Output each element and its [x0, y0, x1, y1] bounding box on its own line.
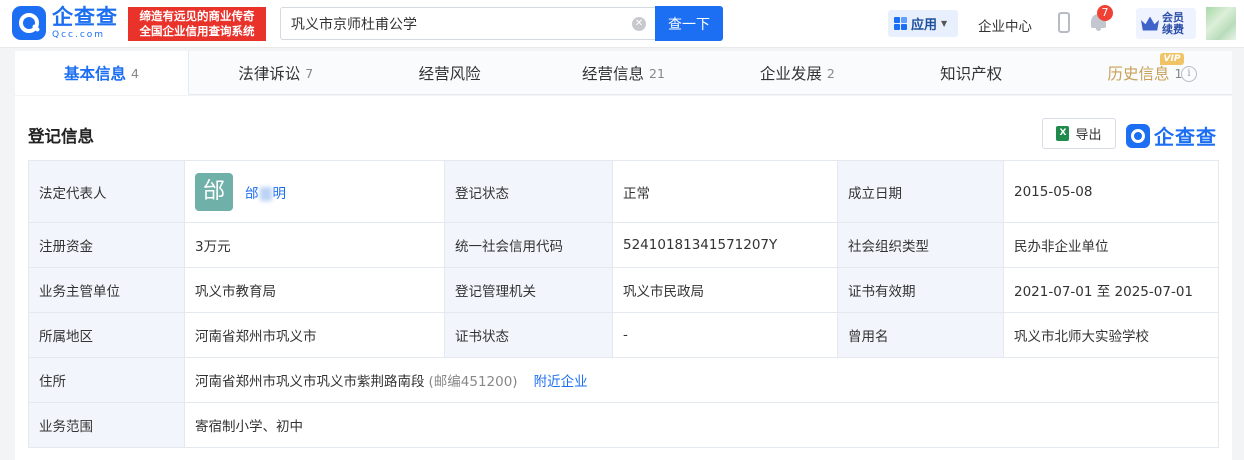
tab-label: 经营信息: [581, 65, 644, 83]
tab-business-risk[interactable]: 经营风险: [363, 51, 537, 95]
tab-label: 企业发展: [759, 65, 822, 83]
tab-count: 21: [649, 65, 665, 81]
nearby-companies-link[interactable]: 附近企业: [534, 374, 588, 390]
tab-label: 经营风险: [418, 65, 481, 83]
reg-status-value: 正常: [612, 160, 838, 223]
tab-label: 基本信息: [63, 65, 126, 83]
founded-value: 2015-05-08: [1003, 160, 1219, 223]
vip-tag: VIP: [1160, 53, 1184, 65]
notification-badge: 7: [1097, 5, 1113, 21]
org-type-label: 社会组织类型: [837, 222, 1004, 268]
slogan-banner: 缔造有远见的商业传奇 全国企业信用查询系统: [128, 7, 266, 41]
mobile-phone-icon[interactable]: [1058, 12, 1070, 33]
tab-legal-litigation[interactable]: 法律诉讼 7: [189, 51, 363, 95]
scope-label: 业务范围: [28, 402, 185, 448]
excel-icon: X: [1056, 126, 1070, 141]
table-row: 法定代表人 邰 邰明 登记状态 正常 成立日期 2015-05-08: [28, 160, 1219, 223]
logo-en-text: Qcc.com: [52, 30, 106, 40]
tab-development[interactable]: 企业发展 2: [710, 51, 884, 95]
address-label: 住所: [28, 357, 185, 403]
registration-table: 法定代表人 邰 邰明 登记状态 正常 成立日期 2015-05-08 注册资金 …: [28, 160, 1219, 448]
legal-rep-label: 法定代表人: [28, 160, 185, 223]
logo-cn-text: 企查查: [52, 5, 118, 29]
table-row: 业务主管单位 巩义市教育局 登记管理机关 巩义市民政局 证书有效期 2021-0…: [28, 267, 1219, 313]
supervisor-label: 业务主管单位: [28, 267, 185, 313]
capital-label: 注册资金: [28, 222, 185, 268]
tab-intellectual-property[interactable]: 知识产权: [884, 51, 1058, 95]
tab-label: 历史信息: [1107, 65, 1170, 83]
qcc-brand-text: 企查查: [1154, 125, 1217, 149]
address-cell: 河南省郑州市巩义市巩义市紫荆路南段 (邮编451200) 附近企业: [184, 357, 1219, 403]
tab-bar: 基本信息 4 法律诉讼 7 经营风险 经营信息 21 企业发展 2 知识产权 历史信息 1: [15, 51, 1232, 95]
enterprise-center-link[interactable]: 企业中心: [978, 15, 1032, 35]
tab-label: 知识产权: [940, 65, 1003, 83]
app-menu-label: 应用: [911, 18, 938, 33]
legal-rep-first: 邰: [245, 185, 259, 202]
vip-renew-button[interactable]: 会员 续费: [1136, 8, 1196, 39]
capital-value: 3万元: [184, 222, 445, 268]
caret-down-icon: ▼: [941, 19, 948, 28]
cert-valid-label: 证书有效期: [837, 267, 1004, 313]
user-avatar[interactable]: [1206, 7, 1236, 40]
app-menu-button[interactable]: 应用 ▼: [888, 10, 958, 37]
credit-code-label: 统一社会信用代码: [444, 222, 613, 268]
crown-icon: [1141, 16, 1159, 31]
clear-icon[interactable]: ✕: [632, 17, 646, 31]
reg-status-label: 登记状态: [444, 160, 613, 223]
tab-business-info[interactable]: 经营信息 21: [537, 51, 711, 95]
top-header: 企查查 Qcc.com 缔造有远见的商业传奇 全国企业信用查询系统 ✕ 查一下 …: [0, 0, 1244, 48]
section-title: 登记信息: [28, 127, 94, 146]
tab-basic-info[interactable]: 基本信息 4: [15, 51, 189, 95]
vip-renew-line-2: 续费: [1162, 22, 1184, 36]
table-row: 所属地区 河南省郑州市巩义市 证书状态 - 曾用名 巩义市北师大实验学校: [28, 312, 1219, 358]
cert-valid-value: 2021-07-01 至 2025-07-01: [1003, 267, 1219, 313]
export-button[interactable]: X 导出: [1042, 118, 1116, 149]
address-value: 河南省郑州市巩义市巩义市紫荆路南段: [195, 374, 425, 390]
credit-code-value: 52410181341571207Y: [612, 222, 838, 268]
tab-count: 4: [130, 65, 139, 81]
former-name-label: 曾用名: [837, 312, 1004, 358]
slogan-line-2: 全国企业信用查询系统: [139, 24, 255, 38]
supervisor-value: 巩义市教育局: [184, 267, 445, 313]
region-label: 所属地区: [28, 312, 185, 358]
name-blur-mask: [259, 186, 272, 201]
app-grid-icon: [894, 17, 907, 30]
org-type-value: 民办非企业单位: [1003, 222, 1219, 268]
info-icon[interactable]: i: [1181, 66, 1197, 82]
tab-label: 法律诉讼: [238, 65, 301, 83]
qcc-logo-icon: [12, 6, 46, 40]
postcode-value: (邮编451200): [428, 374, 518, 390]
table-row: 业务范围 寄宿制小学、初中: [28, 402, 1219, 448]
table-row: 注册资金 3万元 统一社会信用代码 52410181341571207Y 社会组…: [28, 222, 1219, 268]
qcc-brand-logo: 企查查: [1126, 121, 1217, 150]
qcc-brand-icon: [1126, 123, 1150, 148]
export-label: 导出: [1075, 128, 1102, 143]
reg-authority-value: 巩义市民政局: [612, 267, 838, 313]
search-button[interactable]: 查一下: [655, 6, 723, 41]
cert-status-label: 证书状态: [444, 312, 613, 358]
table-row: 住所 河南省郑州市巩义市巩义市紫荆路南段 (邮编451200) 附近企业: [28, 357, 1219, 403]
legal-rep-avatar: 邰: [195, 172, 233, 211]
reg-authority-label: 登记管理机关: [444, 267, 613, 313]
tab-count: 2: [826, 65, 835, 81]
slogan-line-1: 缔造有远见的商业传奇: [139, 9, 255, 23]
region-value: 河南省郑州市巩义市: [184, 312, 445, 358]
legal-rep-last: 明: [272, 185, 287, 202]
search-box: ✕: [280, 7, 656, 40]
cert-status-value: -: [612, 312, 838, 358]
former-name-value: 巩义市北师大实验学校: [1003, 312, 1219, 358]
search-input[interactable]: [281, 8, 621, 39]
legal-rep-name-link[interactable]: 邰明: [245, 182, 286, 202]
legal-rep-cell: 邰 邰明: [184, 160, 445, 223]
tab-history[interactable]: 历史信息 1: [1058, 51, 1232, 95]
qcc-logo[interactable]: 企查查 Qcc.com: [12, 6, 124, 42]
tab-count: 7: [305, 65, 314, 81]
founded-label: 成立日期: [837, 160, 1004, 223]
scope-value: 寄宿制小学、初中: [184, 402, 1219, 448]
registration-panel: 登记信息 X 导出 企查查 法定代表人 邰 邰明 登记状态 正常 成立日期 20…: [15, 96, 1232, 460]
